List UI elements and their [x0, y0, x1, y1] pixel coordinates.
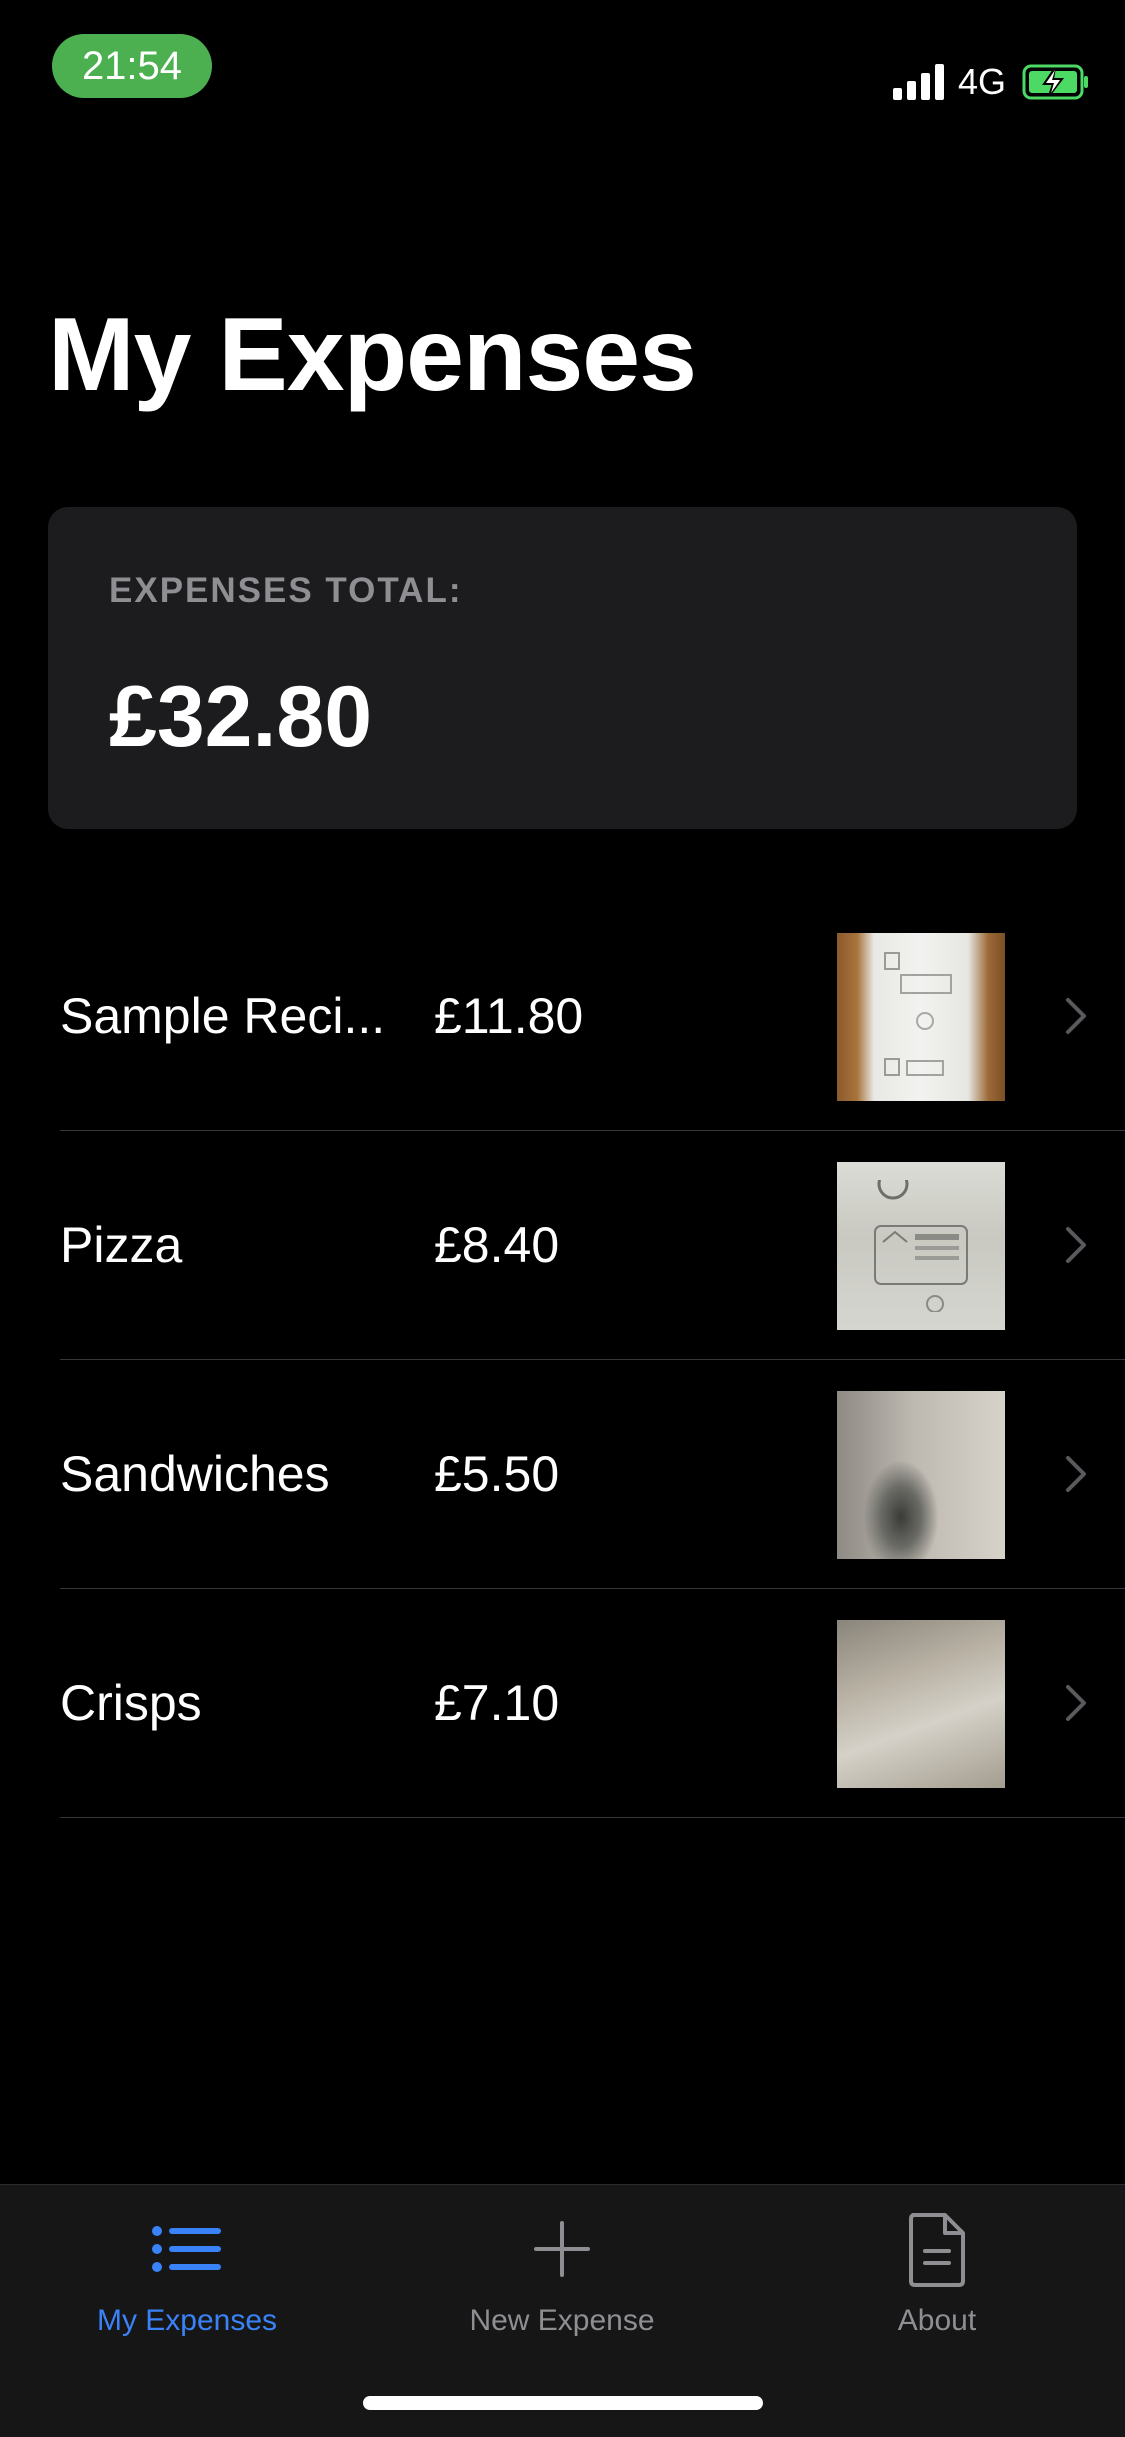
tab-new-expense[interactable]: New Expense — [412, 2209, 712, 2349]
document-icon — [909, 2213, 965, 2287]
expense-row[interactable]: Sample Reci... £11.80 — [60, 902, 1125, 1131]
expense-amount: £5.50 — [434, 1446, 560, 1502]
plus-icon — [534, 2221, 590, 2277]
expenses-total-card: EXPENSES TOTAL: £32.80 — [48, 507, 1077, 829]
network-type: 4G — [958, 61, 1007, 102]
expense-name: Crisps — [60, 1675, 202, 1731]
tab-about[interactable]: About — [787, 2209, 1087, 2349]
expense-row[interactable]: Crisps £7.10 — [60, 1589, 1125, 1818]
packaging-print-marks — [874, 1180, 968, 1312]
expense-amount: £11.80 — [434, 988, 584, 1044]
status-bar: 21:54 4G — [0, 0, 1125, 140]
page-title: My Expenses — [48, 297, 697, 413]
expense-name: Pizza — [60, 1217, 183, 1273]
status-time[interactable]: 21:54 — [52, 34, 212, 98]
receipt-print-marks — [884, 952, 952, 1076]
list-icon — [152, 2226, 221, 2272]
tab-label: My Expenses — [96, 2304, 278, 2337]
expense-name: Sample Reci... — [60, 988, 386, 1044]
expenses-total-amount: £32.80 — [109, 669, 373, 765]
chevron-right-icon — [1066, 1456, 1086, 1492]
expenses-total-label: EXPENSES TOTAL: — [109, 571, 463, 610]
battery-charging-icon — [1022, 64, 1088, 100]
tab-label: About — [897, 2304, 977, 2337]
receipt-thumbnail — [837, 1620, 1005, 1788]
tab-label: New Expense — [469, 2304, 655, 2337]
chevron-right-icon — [1066, 1227, 1086, 1263]
chevron-right-icon — [1066, 1685, 1086, 1721]
expense-name: Sandwiches — [60, 1446, 330, 1502]
receipt-thumbnail — [837, 1162, 1005, 1330]
expense-amount: £7.10 — [434, 1675, 560, 1731]
expense-row[interactable]: Pizza £8.40 — [60, 1131, 1125, 1360]
receipt-thumbnail — [837, 1391, 1005, 1559]
chevron-right-icon — [1066, 998, 1086, 1034]
receipt-thumbnail — [837, 933, 1005, 1101]
expense-list: Sample Reci... £11.80 Pizza £8.40 Sandwi… — [0, 902, 1125, 1818]
home-indicator[interactable] — [363, 2396, 763, 2410]
expense-row[interactable]: Sandwiches £5.50 — [60, 1360, 1125, 1589]
expense-amount: £8.40 — [434, 1217, 560, 1273]
signal-icon — [893, 64, 945, 100]
tab-my-expenses[interactable]: My Expenses — [37, 2209, 337, 2349]
